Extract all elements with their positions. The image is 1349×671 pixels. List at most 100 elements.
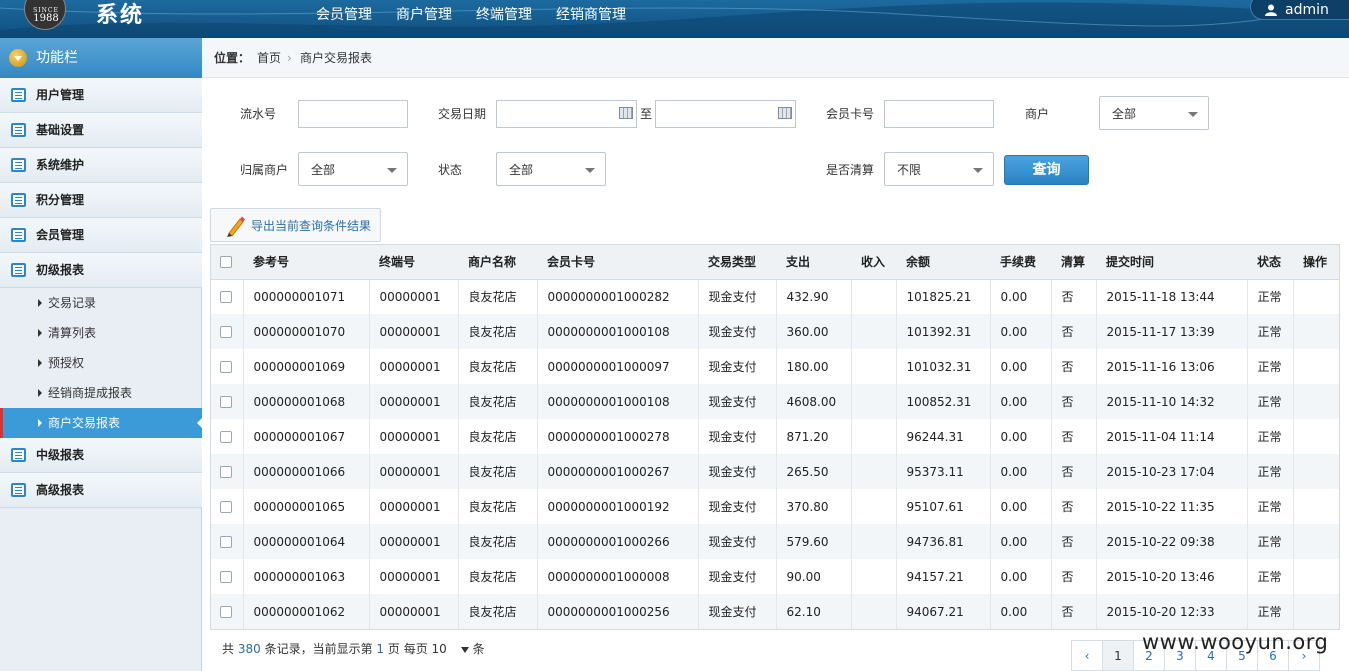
owner-merchant-select-value: 全部	[311, 163, 336, 177]
table-cell	[1292, 524, 1340, 559]
table-cell: 0.00	[989, 594, 1051, 629]
table-cell: 0.00	[989, 489, 1051, 524]
row-select-cell	[210, 349, 243, 384]
cleared-select-value: 不限	[897, 163, 922, 177]
sidebar-item-basic-settings[interactable]: 基础设置	[0, 113, 202, 148]
sidebar: 功能栏 用户管理 基础设置 系统维护 积分管理 会员管理 初级报表 交易记录 清…	[0, 38, 202, 671]
user-menu[interactable]: admin	[1250, 0, 1349, 20]
sidebar-subitem-label: 交易记录	[48, 296, 97, 310]
total-suffix: 条记录，当前显示第	[264, 642, 373, 656]
sidebar-item-advanced-reports[interactable]: 高级报表	[0, 473, 202, 508]
row-checkbox[interactable]	[220, 466, 232, 478]
caret-right-icon	[38, 359, 42, 367]
sidebar-subitem-dealer-commission[interactable]: 经销商提成报表	[0, 378, 202, 408]
cleared-label: 是否清算	[826, 163, 875, 177]
calendar-icon[interactable]	[619, 107, 633, 119]
export-button[interactable]: 导出当前查询条件结果	[210, 208, 381, 242]
table-cell: 000000001066	[242, 454, 369, 489]
table-cell: 000000001062	[242, 594, 369, 629]
table-cell: 0000000001000008	[536, 559, 698, 594]
pager-page-1[interactable]: 1	[1102, 640, 1134, 671]
row-checkbox[interactable]	[220, 501, 232, 513]
table-cell: 0000000001000256	[536, 594, 698, 629]
row-checkbox[interactable]	[220, 536, 232, 548]
sidebar-item-member-management[interactable]: 会员管理	[0, 218, 202, 253]
top-header: SINCE 1988 系统 会员管理 商户管理 终端管理 经销商管理 admin	[0, 0, 1349, 38]
table-cell: 正常	[1246, 419, 1293, 454]
owner-merchant-select[interactable]: 全部	[298, 152, 408, 186]
nav-terminal[interactable]: 终端管理	[464, 0, 544, 30]
date-to-input[interactable]	[655, 100, 796, 128]
pager-prev[interactable]: ‹	[1071, 640, 1103, 671]
sidebar-item-label: 会员管理	[36, 228, 85, 242]
row-select-cell	[210, 594, 243, 629]
table-body: 000000001071 00000001 良友花店 0000000001000282…	[210, 279, 1340, 629]
sidebar-item-points[interactable]: 积分管理	[0, 183, 202, 218]
sidebar-subitem-merchant-report[interactable]: 商户交易报表	[0, 408, 202, 438]
sidebar-item-basic-reports[interactable]: 初级报表	[0, 253, 202, 288]
row-select-cell	[210, 279, 243, 314]
column-header: 参考号	[243, 244, 369, 280]
select-all-cell	[210, 244, 243, 280]
table-cell: 2015-10-22 11:35	[1095, 489, 1247, 524]
table-cell: 否	[1050, 384, 1096, 419]
table-cell: 现金支付	[697, 419, 776, 454]
row-select-cell	[210, 384, 243, 419]
row-checkbox[interactable]	[220, 326, 232, 338]
table-cell: 2015-10-23 17:04	[1095, 454, 1247, 489]
row-checkbox[interactable]	[220, 291, 232, 304]
breadcrumb-home[interactable]: 首页	[257, 50, 281, 66]
card-number-input[interactable]	[884, 100, 994, 128]
table-cell: 90.00	[775, 559, 851, 594]
table-cell: 00000001	[368, 314, 458, 349]
table-cell: 0.00	[989, 314, 1051, 349]
table-cell: 871.20	[775, 419, 851, 454]
table-cell	[850, 454, 896, 489]
sidebar-title: 功能栏	[36, 50, 78, 66]
calendar-icon[interactable]	[778, 107, 792, 119]
table-cell: 94736.81	[895, 524, 990, 559]
nav-member[interactable]: 会员管理	[304, 0, 384, 30]
caret-down-icon	[460, 646, 469, 653]
table-cell: 0.00	[989, 524, 1051, 559]
user-icon	[1265, 4, 1277, 16]
status-select[interactable]: 全部	[496, 152, 606, 186]
table-cell	[1292, 419, 1340, 454]
system-title: 系统	[96, 2, 145, 28]
date-label: 交易日期	[438, 107, 487, 121]
table-cell	[850, 559, 896, 594]
merchant-select[interactable]: 全部	[1099, 96, 1209, 130]
sidebar-item-system-maintenance[interactable]: 系统维护	[0, 148, 202, 183]
row-checkbox[interactable]	[220, 431, 232, 443]
table-cell: 101825.21	[895, 279, 990, 314]
per-page-select[interactable]: 10	[432, 642, 469, 656]
list-icon	[11, 88, 26, 102]
table-cell: 0000000001000278	[536, 419, 698, 454]
search-button[interactable]: 查询	[1004, 155, 1089, 185]
sidebar-subitem-transactions[interactable]: 交易记录	[0, 288, 202, 318]
sidebar-item-mid-reports[interactable]: 中级报表	[0, 438, 202, 473]
table-cell: 良友花店	[457, 559, 537, 594]
row-checkbox[interactable]	[220, 361, 232, 373]
collapse-toggle-icon[interactable]	[9, 49, 27, 67]
row-checkbox[interactable]	[220, 396, 232, 408]
transaction-table: 参考号 终端号 商户名称 会员卡号 交易类型 支出 收入 余额 手续费 清算 提…	[210, 244, 1340, 629]
sidebar-item-user-management[interactable]: 用户管理	[0, 78, 202, 113]
row-checkbox[interactable]	[220, 606, 232, 618]
table-cell: 0000000001000267	[536, 454, 698, 489]
date-from-input[interactable]	[496, 100, 637, 128]
sidebar-subitem-preauth[interactable]: 预授权	[0, 348, 202, 378]
sidebar-subitem-label: 经销商提成报表	[48, 386, 133, 400]
column-header: 收入	[851, 244, 896, 280]
row-checkbox[interactable]	[220, 571, 232, 583]
sidebar-subitem-clearing[interactable]: 清算列表	[0, 318, 202, 348]
serial-input[interactable]	[298, 100, 408, 128]
nav-merchant[interactable]: 商户管理	[384, 0, 464, 30]
nav-dealer[interactable]: 经销商管理	[544, 0, 638, 30]
sidebar-subitem-label: 商户交易报表	[48, 416, 121, 430]
cleared-select[interactable]: 不限	[884, 152, 994, 186]
select-all-checkbox[interactable]	[220, 255, 232, 268]
chevron-down-icon	[585, 168, 595, 173]
table-cell: 000000001065	[242, 489, 369, 524]
table-cell: 现金支付	[697, 349, 776, 384]
